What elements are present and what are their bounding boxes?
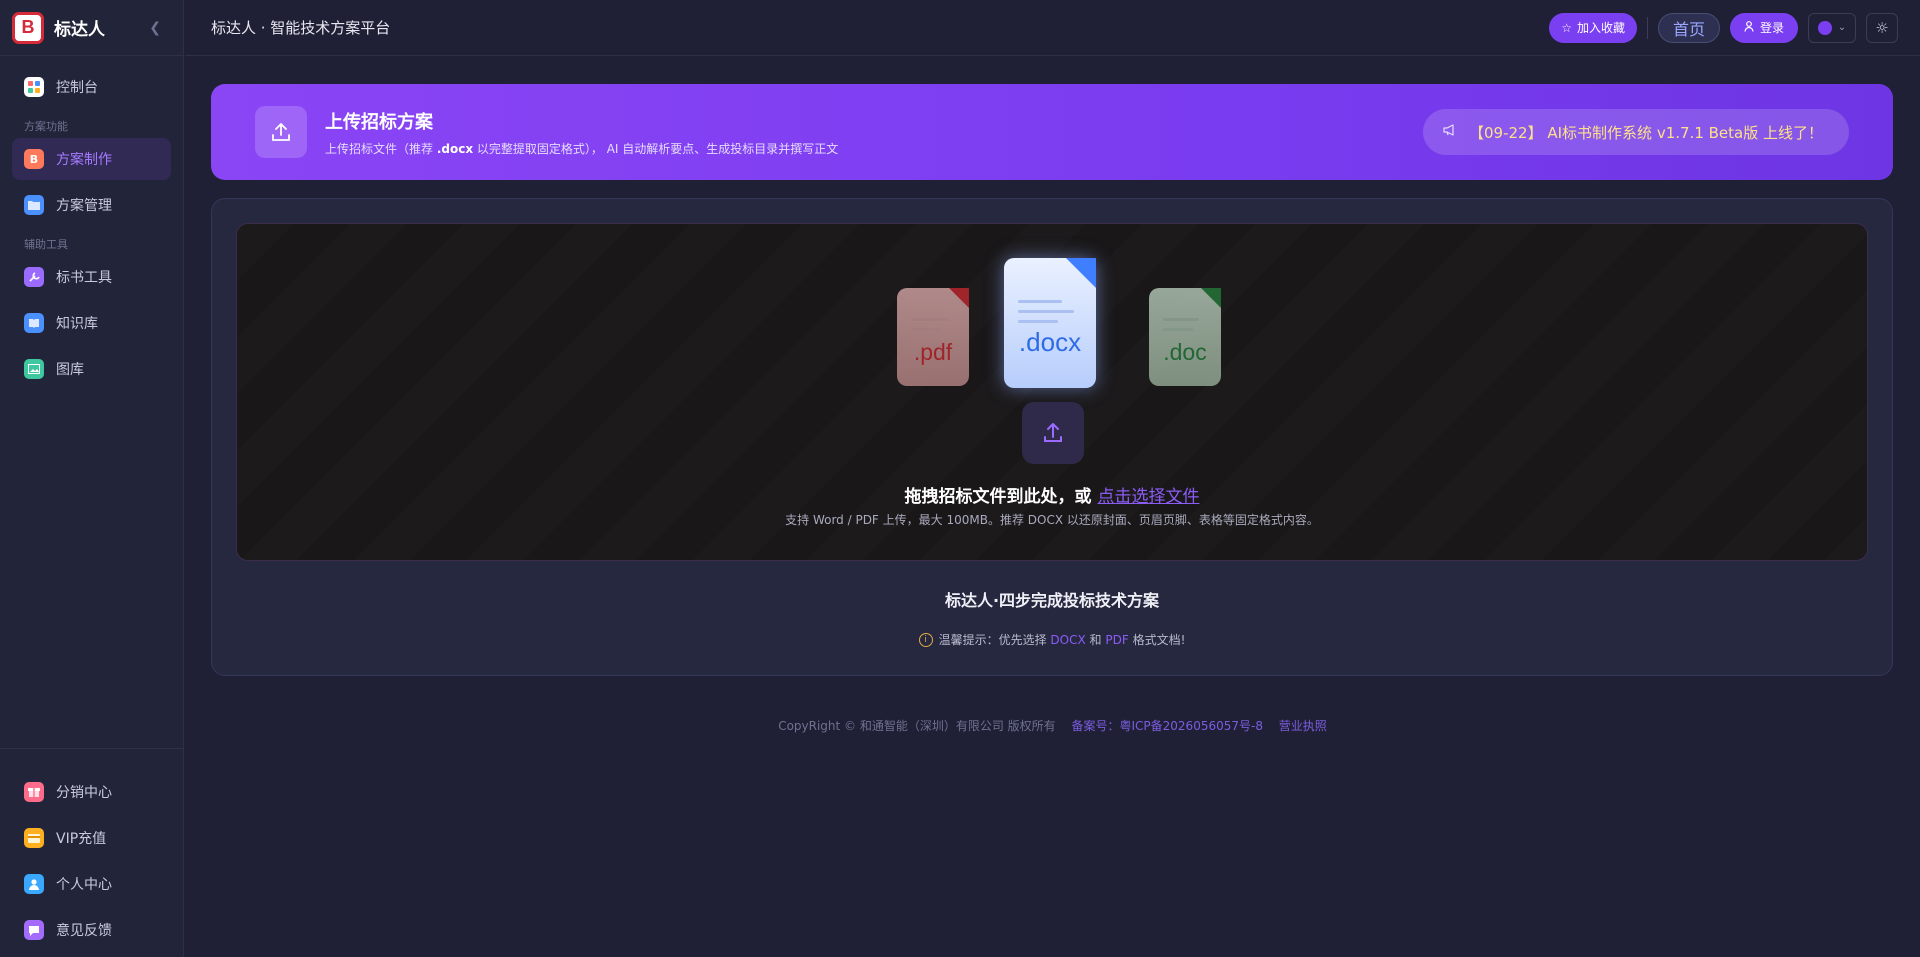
gift-icon	[24, 782, 44, 802]
sidebar-item-feedback[interactable]: 意见反馈	[12, 909, 171, 951]
file-drop-zone[interactable]: .pdf .docx .doc 拖拽招标文件到此处，或 点击选择文件 支持 Wo…	[236, 223, 1868, 561]
image-icon	[24, 359, 44, 379]
add-favorite-button[interactable]: ☆ 加入收藏	[1549, 12, 1637, 43]
brand-name: 标达人	[54, 20, 105, 40]
announcement-pill[interactable]: 【09-22】 AI标书制作系统 v1.7.1 Beta版 上线了！	[1423, 109, 1849, 155]
dashboard-icon	[24, 77, 44, 97]
banner-description: 上传招标文件（推荐 .docx 以完整提取固定格式）， AI 自动解析要点、生成…	[325, 141, 839, 156]
upload-card: .pdf .docx .doc 拖拽招标文件到此处，或 点击选择文件 支持 Wo…	[211, 198, 1893, 676]
brand: B 标达人 ❮	[0, 0, 183, 56]
sidebar-item-label: 标书工具	[56, 270, 112, 286]
upload-icon	[255, 106, 307, 158]
login-button[interactable]: 登录	[1729, 12, 1798, 43]
doc-file-icon: .doc	[1149, 288, 1221, 386]
docx-file-icon: .docx	[1004, 258, 1096, 388]
sidebar-item-label: 控制台	[56, 80, 98, 96]
wrench-icon	[24, 267, 44, 287]
brand-logo[interactable]: B	[12, 11, 44, 44]
header-actions: ☆ 加入收藏 首页 登录 ⌄ ☼	[1549, 12, 1898, 43]
sidebar-item-gallery[interactable]: 图库	[12, 348, 171, 390]
collapse-sidebar-icon[interactable]: ❮	[149, 20, 161, 36]
sidebar-item-profile[interactable]: 个人中心	[12, 863, 171, 905]
banner-text: 上传招标方案 上传招标文件（推荐 .docx 以完整提取固定格式）， AI 自动…	[325, 108, 838, 157]
sidebar-bottom-nav: 分销中心 VIP充值 个人中心 意见反馈	[0, 748, 183, 955]
page-title: 标达人 · 智能技术方案平台	[211, 19, 391, 37]
sidebar-item-label: 知识库	[56, 316, 98, 332]
doc-make-icon: B	[24, 149, 44, 169]
steps-title: 标达人·四步完成投标技术方案	[944, 591, 1160, 610]
book-icon	[24, 313, 44, 333]
home-button[interactable]: 首页	[1657, 12, 1720, 43]
drop-hint: 支持 Word / PDF 上传，最大 100MB。推荐 DOCX 以还原封面、…	[785, 513, 1319, 527]
footer: CopyRight © 和通智能（深圳）有限公司 版权所有 备案号：粤ICP备2…	[185, 717, 1920, 734]
upload-banner: 上传招标方案 上传招标文件（推荐 .docx 以完整提取固定格式）， AI 自动…	[211, 84, 1893, 180]
pdf-file-icon: .pdf	[897, 288, 969, 386]
sidebar-item-knowledge[interactable]: 知识库	[12, 302, 171, 344]
select-file-link[interactable]: 点击选择文件	[1097, 487, 1199, 507]
sidebar-item-label: 意见反馈	[56, 923, 112, 939]
sidebar-item-label: 分销中心	[56, 785, 112, 801]
sidebar: B 标达人 ❮ 控制台 方案功能 B 方案制作 方案管理 辅助工具 标书工具 知…	[0, 0, 184, 957]
sidebar-item-tools[interactable]: 标书工具	[12, 256, 171, 298]
sidebar-item-label: 个人中心	[56, 877, 112, 893]
upload-icon	[1044, 423, 1062, 442]
upload-button[interactable]	[1022, 402, 1084, 464]
section-label: 辅助工具	[24, 238, 68, 251]
sidebar-item-doc-make[interactable]: B 方案制作	[12, 138, 171, 180]
copyright: CopyRight © 和通智能（深圳）有限公司 版权所有	[778, 719, 1056, 733]
user-icon	[24, 874, 44, 894]
tip-message: i 温馨提示：优先选择 DOCX 和 PDF 格式文档!	[212, 631, 1892, 648]
sun-icon: ☼	[1875, 18, 1889, 37]
sidebar-item-vip[interactable]: VIP充值	[12, 817, 171, 859]
section-label: 方案功能	[24, 120, 68, 133]
sidebar-item-label: 图库	[56, 362, 84, 378]
sidebar-item-doc-manage[interactable]: 方案管理	[12, 184, 171, 226]
theme-color-picker[interactable]: ⌄	[1808, 12, 1856, 43]
drop-instruction: 拖拽招标文件到此处，或 点击选择文件	[904, 487, 1200, 507]
header-divider	[1646, 16, 1648, 39]
sidebar-nav: 控制台 方案功能 B 方案制作 方案管理 辅助工具 标书工具 知识库 图库	[0, 56, 183, 390]
icp-link[interactable]: 备案号：粤ICP备2026056057号-8	[1072, 719, 1263, 733]
license-link[interactable]: 营业执照	[1279, 719, 1327, 733]
folder-icon	[24, 195, 44, 215]
theme-toggle-button[interactable]: ☼	[1866, 12, 1898, 43]
top-header: 标达人 · 智能技术方案平台 ☆ 加入收藏 首页 登录 ⌄ ☼	[185, 0, 1920, 56]
file-type-illustration: .pdf .docx .doc	[237, 258, 1867, 388]
sidebar-item-label: 方案制作	[56, 152, 112, 168]
color-swatch	[1817, 20, 1832, 35]
sidebar-item-dashboard[interactable]: 控制台	[12, 66, 171, 108]
info-icon: i	[918, 632, 933, 647]
sidebar-item-label: 方案管理	[56, 198, 112, 214]
chevron-down-icon: ⌄	[1837, 22, 1847, 33]
sidebar-item-label: VIP充值	[56, 831, 107, 847]
user-icon	[1744, 20, 1754, 35]
card-icon	[24, 828, 44, 848]
banner-title: 上传招标方案	[325, 111, 433, 133]
megaphone-icon	[1443, 124, 1457, 140]
sidebar-item-distribution[interactable]: 分销中心	[12, 771, 171, 813]
star-icon: ☆	[1561, 20, 1572, 35]
chat-icon	[24, 920, 44, 940]
